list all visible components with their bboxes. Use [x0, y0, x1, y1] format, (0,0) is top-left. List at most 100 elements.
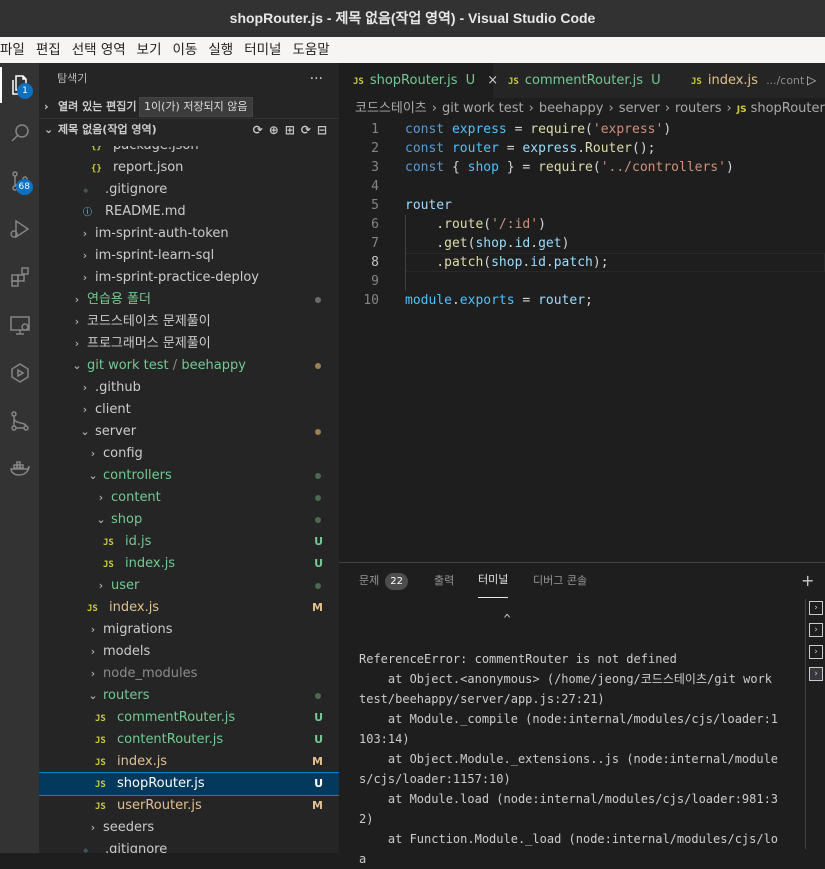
line-number: 9	[371, 274, 379, 289]
file-item[interactable]: {}package.json	[39, 146, 339, 157]
tab-output[interactable]: 출력	[434, 563, 454, 598]
tab-terminal[interactable]: 터미널	[478, 563, 509, 598]
run-icon[interactable]: ▷	[807, 63, 825, 98]
folder-item[interactable]: › content	[39, 487, 339, 509]
terminal-instance-icon[interactable]: ›	[809, 645, 823, 659]
folder-item[interactable]: › im-sprint-practice-deploy	[39, 267, 339, 289]
folder-item[interactable]: › 코드스테이츠 문제풀이	[39, 311, 339, 333]
tab-shopRouter[interactable]: JS shopRouter.js U ×	[339, 63, 498, 98]
folder-item[interactable]: › im-sprint-auth-token	[39, 223, 339, 245]
tree-item-label: seeders	[103, 820, 155, 835]
breadcrumb-item[interactable]: routers	[675, 101, 721, 116]
activity-bar: 1 68	[0, 63, 39, 853]
workspace-section[interactable]: ⌄ 제목 없음(작업 영역) ⟳⊕⊞⟳⊟	[39, 118, 339, 140]
tree-item-label: config	[103, 446, 143, 461]
folder-item[interactable]: ⌄ git work test / beehappy	[39, 355, 339, 377]
git-status-badge: U	[314, 535, 323, 548]
breadcrumb-item[interactable]: shopRouter.js	[751, 101, 825, 116]
open-editors-section[interactable]: › 열려 있는 편집기 1이(가) 저장되지 않음	[39, 96, 339, 118]
file-item[interactable]: JS index.js M	[39, 597, 339, 619]
terminal-instance-icon[interactable]: ›	[809, 623, 823, 637]
terminal-instance-icon[interactable]: ›	[809, 601, 823, 615]
menu-go[interactable]: 이동	[173, 37, 198, 63]
more-actions-icon[interactable]: ···	[310, 63, 323, 95]
folder-item[interactable]: › seeders	[39, 817, 339, 839]
code-editor[interactable]: 1 2 3 4 5 6 7 8 9 10 const express = req…	[339, 120, 825, 562]
folder-item[interactable]: › models	[39, 641, 339, 663]
tab-label: shopRouter.js	[369, 73, 458, 88]
tab-commentRouter[interactable]: JS commentRouter.js U	[494, 63, 674, 98]
folder-item[interactable]: › .github	[39, 377, 339, 399]
terminal-output[interactable]: ^ ReferenceError: commentRouter is not de…	[359, 609, 779, 869]
folder-item[interactable]: › migrations	[39, 619, 339, 641]
git-status-badge: U	[314, 557, 323, 570]
breadcrumb-item[interactable]: beehappy	[539, 101, 604, 116]
workspace-label: 제목 없음(작업 영역)	[58, 123, 157, 136]
menu-terminal[interactable]: 터미널	[244, 37, 281, 63]
breadcrumb-item[interactable]: 코드스테이츠	[355, 101, 427, 116]
git-status-dot	[315, 297, 321, 303]
js-file-icon: JS	[95, 802, 106, 812]
terminal-instance-icon[interactable]: ›	[809, 667, 823, 681]
folder-item[interactable]: › node_modules	[39, 663, 339, 685]
tree-item-label: .gitignore	[105, 182, 168, 197]
folder-item[interactable]: › im-sprint-learn-sql	[39, 245, 339, 267]
menu-help[interactable]: 도움말	[292, 37, 329, 63]
source-control-icon[interactable]: 68	[0, 163, 39, 199]
folder-item[interactable]: ⌄ shop	[39, 509, 339, 531]
explorer-icon[interactable]: 1	[0, 67, 39, 103]
folder-item[interactable]: › 연습용 폴더	[39, 289, 339, 311]
docker-icon[interactable]	[0, 451, 39, 487]
breadcrumb-item[interactable]: git work test	[442, 101, 524, 116]
new-terminal-icon[interactable]: +	[801, 563, 814, 598]
git-status-badge: U	[314, 777, 323, 790]
tab-problems[interactable]: 문제 22	[359, 563, 408, 598]
folder-item[interactable]: ⌄ controllers	[39, 465, 339, 487]
extensions-icon[interactable]	[0, 259, 39, 295]
tree-item-label: userRouter.js	[117, 798, 202, 813]
tab-debug-console[interactable]: 디버그 콘솔	[533, 563, 587, 598]
line-number: 3	[371, 160, 379, 175]
chevron-right-icon: ›	[90, 821, 96, 834]
menu-view[interactable]: 보기	[137, 37, 162, 63]
file-item[interactable]: JS contentRouter.js U	[39, 729, 339, 751]
tab-index[interactable]: JS index.js .../cont	[677, 63, 807, 98]
folder-item[interactable]: ⌄ routers	[39, 685, 339, 707]
remote-explorer-icon[interactable]	[0, 307, 39, 343]
file-item[interactable]: ⓘ README.md	[39, 201, 339, 223]
folder-item[interactable]: › config	[39, 443, 339, 465]
breadcrumb-item[interactable]: server	[619, 101, 660, 116]
file-item[interactable]: JS commentRouter.js U	[39, 707, 339, 729]
menu-run[interactable]: 실행	[208, 37, 233, 63]
file-item[interactable]: {} report.json	[39, 157, 339, 179]
git-graph-icon[interactable]	[0, 403, 39, 439]
line-number: 1	[371, 122, 379, 137]
git-status-badge: M	[312, 755, 323, 768]
file-item[interactable]: ◆ .gitignore	[39, 839, 339, 853]
folder-item[interactable]: › 프로그래머스 문제풀이	[39, 333, 339, 355]
file-item[interactable]: JS index.js U	[39, 553, 339, 575]
search-icon[interactable]	[0, 115, 39, 151]
js-file-icon: JS	[103, 560, 114, 570]
js-file-icon: JS	[95, 780, 106, 790]
menu-file[interactable]: 파일	[0, 37, 25, 63]
menu-edit[interactable]: 편집	[36, 37, 61, 63]
file-item[interactable]: JS shopRouter.js U	[39, 772, 339, 796]
file-item[interactable]: ◆ .gitignore	[39, 179, 339, 201]
folder-item[interactable]: ⌄ server	[39, 421, 339, 443]
file-item[interactable]: JS index.js M	[39, 751, 339, 773]
chevron-right-icon: ›	[74, 315, 80, 328]
tree-item-label: contentRouter.js	[117, 732, 224, 747]
folder-item[interactable]: › user	[39, 575, 339, 597]
live-share-icon[interactable]	[0, 355, 39, 391]
path-separator: /	[168, 358, 182, 373]
file-item[interactable]: JS userRouter.js M	[39, 795, 339, 817]
workspace-actions[interactable]: ⟳⊕⊞⟳⊟	[253, 119, 333, 141]
menu-selection[interactable]: 선택 영역	[72, 37, 126, 63]
tree-item-label: user	[111, 578, 140, 593]
folder-item[interactable]: › client	[39, 399, 339, 421]
terminal-line: at Object.<anonymous> (/home/jeong/코드스테이…	[359, 672, 780, 706]
file-item[interactable]: JS id.js U	[39, 531, 339, 553]
run-debug-icon[interactable]	[0, 211, 39, 247]
git-file-icon: ◆	[83, 846, 89, 853]
